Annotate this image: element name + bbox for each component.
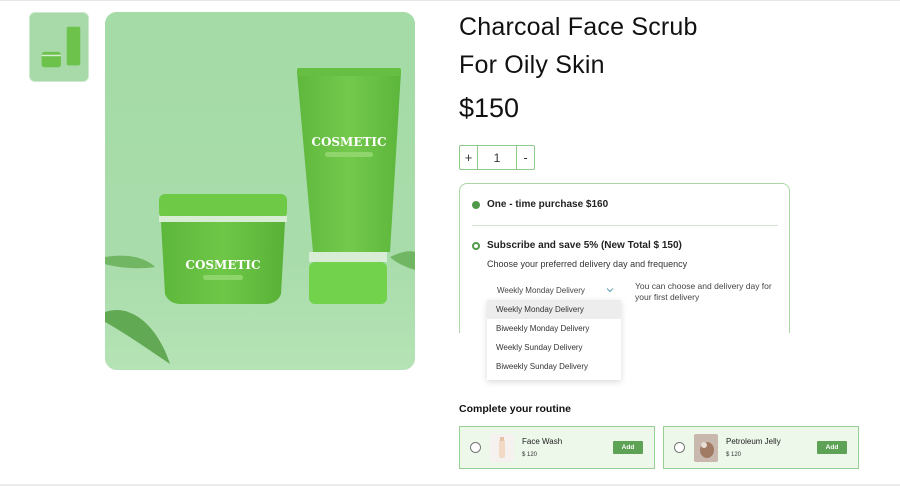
main-product-image: COSMETIC COSMETIC xyxy=(105,12,415,370)
bottom-divider xyxy=(0,484,900,486)
quantity-decrease-button[interactable]: - xyxy=(516,146,534,169)
routine-heading: Complete your routine xyxy=(459,403,572,415)
product-price: $150 xyxy=(459,93,520,123)
thumbnail-product-image xyxy=(30,13,88,81)
options-divider xyxy=(472,225,778,226)
one-time-radio[interactable] xyxy=(472,200,480,209)
top-divider xyxy=(0,0,900,1)
tube-brand-text: COSMETIC xyxy=(311,135,386,149)
routine-item-radio[interactable] xyxy=(674,442,685,453)
frequency-selected-value: Weekly Monday Delivery xyxy=(497,285,585,295)
frequency-option[interactable]: Weekly Monday Delivery xyxy=(487,300,621,319)
product-title-line1: Charcoal Face Scrub xyxy=(459,13,698,41)
frequency-select[interactable]: Weekly Monday Delivery xyxy=(497,283,617,297)
quantity-stepper: + 1 - xyxy=(459,145,535,170)
frequency-option[interactable]: Biweekly Sunday Delivery xyxy=(487,357,621,376)
subscribe-label: Subscribe and save 5% (New Total $ 150) xyxy=(487,240,682,251)
frequency-option[interactable]: Biweekly Monday Delivery xyxy=(487,319,621,338)
subscribe-option[interactable]: Subscribe and save 5% (New Total $ 150) xyxy=(472,240,682,251)
petroleum-jelly-image xyxy=(694,433,718,462)
routine-item-price: $ 120 xyxy=(522,452,538,458)
chevron-down-icon xyxy=(606,288,614,293)
quantity-increase-button[interactable]: + xyxy=(460,146,478,169)
routine-item-name: Petroleum Jelly xyxy=(726,437,781,446)
routine-item-price: $ 120 xyxy=(726,452,742,458)
product-title: Charcoal Face Scrub For Oily Skin xyxy=(459,8,789,84)
product-title-line2: For Oily Skin xyxy=(459,51,605,79)
add-button[interactable]: Add xyxy=(817,441,847,454)
jar-brand-text: COSMETIC xyxy=(185,258,260,272)
face-wash-image xyxy=(490,433,514,462)
routine-item-radio[interactable] xyxy=(470,442,481,453)
subscribe-hint: Choose your preferred delivery day and f… xyxy=(487,259,688,269)
quantity-value[interactable]: 1 xyxy=(478,146,516,169)
routine-item-card[interactable]: Petroleum Jelly $ 120 Add xyxy=(663,426,859,469)
one-time-purchase-option[interactable]: One - time purchase $160 xyxy=(472,199,608,210)
subscribe-radio[interactable] xyxy=(472,241,480,250)
product-thumbnail[interactable] xyxy=(29,12,89,82)
one-time-label: One - time purchase $160 xyxy=(487,199,609,210)
add-button[interactable]: Add xyxy=(613,441,643,454)
frequency-option[interactable]: Weekly Sunday Delivery xyxy=(487,338,621,357)
routine-item-name: Face Wash xyxy=(522,437,563,446)
frequency-note: You can choose and delivery day for your… xyxy=(635,281,772,302)
frequency-dropdown: Weekly Monday Delivery Biweekly Monday D… xyxy=(487,300,621,380)
routine-item-card[interactable]: Face Wash $ 120 Add xyxy=(459,426,655,469)
